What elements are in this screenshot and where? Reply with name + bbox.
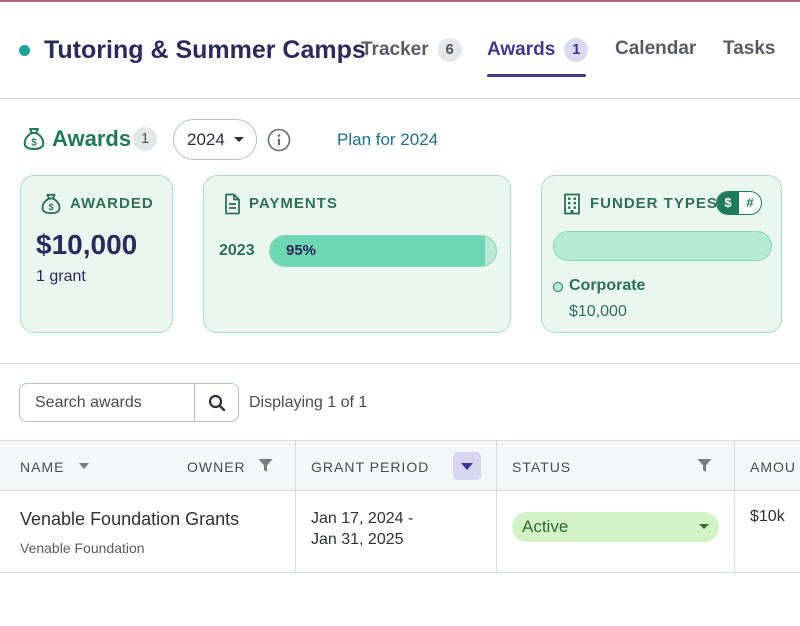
amount-count-toggle[interactable]: $ #	[716, 191, 762, 215]
tab-calendar[interactable]: Calendar	[615, 38, 696, 60]
chevron-down-icon[interactable]	[79, 463, 89, 469]
column-header-amount[interactable]: AMOU	[750, 459, 796, 475]
column-header-grant-period[interactable]: GRANT PERIOD	[311, 459, 429, 475]
awarded-grant-count: 1 grant	[36, 268, 86, 285]
column-header-name[interactable]: NAME	[20, 459, 64, 475]
column-header-status[interactable]: STATUS	[512, 459, 571, 475]
info-icon[interactable]	[267, 128, 291, 152]
tab-awards-count: 1	[564, 38, 589, 62]
money-bag-icon: $	[41, 193, 61, 215]
results-count: Displaying 1 of 1	[249, 394, 368, 411]
building-icon	[564, 193, 580, 215]
awarded-label: AWARDED	[70, 195, 154, 212]
org-title: Tutoring & Summer Camps	[44, 36, 366, 64]
payments-card: PAYMENTS 2023 95%	[203, 175, 511, 333]
tab-awards[interactable]: Awards 1	[487, 38, 589, 62]
payments-year: 2023	[219, 242, 255, 259]
active-tab-underline	[487, 74, 586, 77]
tab-tracker-label: Tracker	[361, 39, 429, 60]
award-grant-period: Jan 17, 2024 - Jan 31, 2025	[311, 508, 413, 550]
sort-descending-icon	[461, 463, 473, 470]
chevron-down-icon	[699, 524, 709, 529]
funder-types-label: FUNDER TYPES	[590, 195, 718, 212]
column-header-owner[interactable]: OWNER	[187, 459, 246, 475]
filter-icon[interactable]	[258, 458, 273, 473]
column-divider	[496, 491, 497, 572]
filter-icon[interactable]	[697, 458, 712, 473]
tab-awards-label: Awards	[487, 39, 556, 60]
money-bag-icon: $	[23, 128, 45, 150]
legend-dot-corporate	[553, 282, 563, 292]
year-select-value: 2024	[187, 129, 225, 149]
awards-heading: Awards	[52, 126, 132, 151]
column-divider	[295, 441, 296, 491]
tab-calendar-label: Calendar	[615, 38, 697, 59]
year-select[interactable]: 2024	[173, 119, 257, 160]
toggle-dollar-option[interactable]: $	[717, 192, 739, 214]
grant-period-start: Jan 17, 2024 -	[311, 510, 414, 527]
app-header: Tutoring & Summer Camps Tracker 6 Awards…	[0, 2, 800, 99]
status-value: Active	[522, 517, 569, 536]
search-input[interactable]	[20, 384, 194, 421]
awarded-amount: $10,000	[36, 229, 138, 260]
award-funder: Venable Foundation	[20, 540, 145, 556]
funder-types-card: FUNDER TYPES $ # Corporate $10,000	[541, 175, 782, 333]
tab-tasks-label: Tasks	[723, 38, 776, 59]
table-header: NAME OWNER GRANT PERIOD STATUS AMOU	[0, 440, 800, 491]
column-divider	[734, 491, 735, 572]
section-divider	[0, 363, 800, 364]
award-amount: $10k	[750, 508, 785, 525]
document-icon	[225, 193, 240, 215]
org-status-dot	[19, 45, 30, 56]
payments-progress-label: 95%	[286, 242, 317, 259]
status-select[interactable]: Active	[512, 512, 719, 542]
column-divider	[734, 441, 735, 491]
payments-progress-bar: 95%	[269, 235, 497, 267]
awards-count-badge: 1	[133, 127, 157, 151]
legend-name-corporate: Corporate	[569, 277, 646, 294]
toggle-count-option[interactable]: #	[739, 192, 761, 214]
svg-text:$: $	[48, 202, 53, 212]
awarded-card: $ AWARDED $10,000 1 grant	[20, 175, 173, 333]
search-button[interactable]	[194, 384, 238, 421]
payments-label: PAYMENTS	[249, 195, 338, 212]
column-divider	[496, 441, 497, 491]
legend-value-corporate: $10,000	[569, 303, 627, 320]
tab-tracker-count: 6	[437, 38, 462, 62]
tab-tracker[interactable]: Tracker 6	[361, 38, 462, 62]
search-icon	[208, 394, 226, 411]
funder-types-bar	[553, 231, 772, 261]
award-name[interactable]: Venable Foundation Grants	[20, 509, 239, 530]
search-box	[19, 383, 239, 422]
table-row[interactable]: Venable Foundation Grants Venable Founda…	[0, 491, 800, 573]
plan-for-year-link[interactable]: Plan for 2024	[337, 130, 438, 150]
column-divider	[295, 491, 296, 572]
grant-period-end: Jan 31, 2025	[311, 531, 404, 548]
tab-tasks[interactable]: Tasks	[723, 38, 775, 60]
sort-button[interactable]	[453, 452, 481, 480]
svg-text:$: $	[31, 138, 37, 149]
chevron-down-icon	[233, 137, 244, 142]
